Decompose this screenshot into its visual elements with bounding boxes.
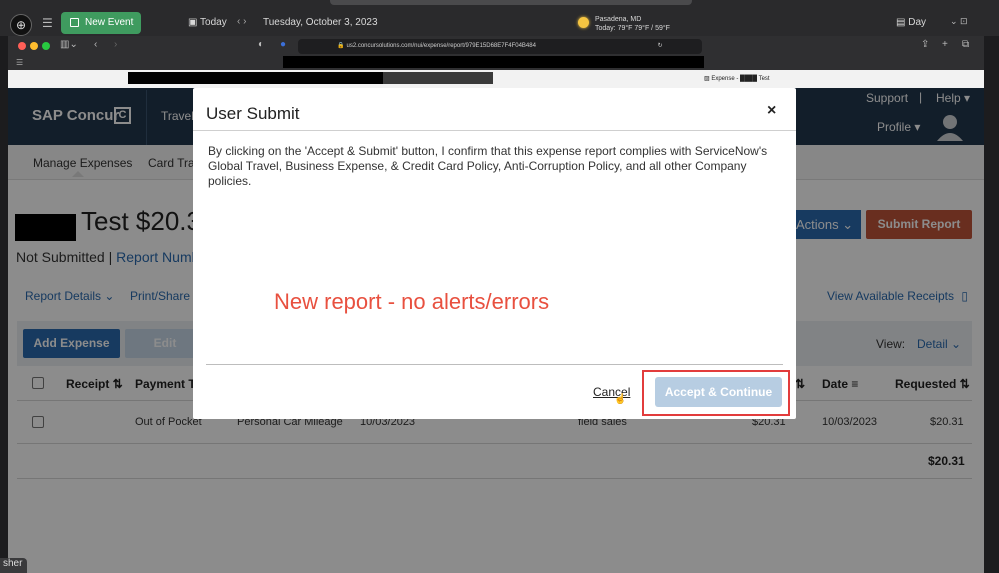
new-tab-icon[interactable]: +	[942, 39, 948, 50]
dialog-body: By clicking on the 'Accept & Submit' but…	[208, 144, 768, 188]
tab-expense[interactable]: ▨ Expense - ████ Test	[704, 75, 770, 82]
bottom-tab[interactable]: sher	[0, 558, 27, 573]
weather-forecast: Today: 79°F 79°F / 59°F	[595, 25, 670, 32]
new-event-button[interactable]: New Event	[61, 12, 141, 34]
new-event-label: New Event	[85, 17, 134, 28]
calendar-icon	[70, 18, 79, 27]
date-nav-arrows[interactable]: ‹ ›	[237, 16, 246, 27]
sidebar-icon[interactable]: ▥⌄	[60, 39, 78, 50]
maximize-window-icon[interactable]	[42, 42, 50, 50]
minimize-window-icon[interactable]	[30, 42, 38, 50]
weather-location: Pasadena, MD	[595, 16, 642, 23]
today-button[interactable]: ▣ Today	[188, 17, 227, 28]
redacted-bar	[283, 56, 704, 68]
extension-icon[interactable]: ●	[280, 39, 286, 50]
privacy-icon[interactable]: ◐	[258, 39, 264, 50]
sun-icon	[578, 17, 589, 28]
tab-overview-icon[interactable]: ⧉	[962, 39, 969, 50]
share-icon[interactable]: ⇪	[921, 39, 929, 50]
redacted-tab	[383, 72, 493, 84]
forward-icon[interactable]: ›	[114, 39, 117, 50]
close-window-icon[interactable]	[18, 42, 26, 50]
globe-icon[interactable]: ⊕	[10, 14, 32, 36]
redacted-tab	[128, 72, 383, 84]
dialog-footer-divider	[206, 364, 783, 365]
user-submit-dialog: User Submit × By clicking on the 'Accept…	[193, 88, 796, 419]
view-selector-label: Day	[908, 17, 927, 28]
menu-icon[interactable]: ☰	[42, 16, 53, 30]
browser-toolbar: ▥⌄ ‹ › ◐ ● 🔒 us2.concursolutions.com/nui…	[8, 36, 984, 70]
chevron-down-icon[interactable]: ⌄ ⊡	[950, 16, 968, 27]
scroll-indicator	[330, 0, 692, 5]
close-icon[interactable]: ×	[767, 102, 776, 120]
highlight-box	[642, 370, 790, 416]
url-text: us2.concursolutions.com/nui/expense/repo…	[346, 43, 536, 49]
back-icon[interactable]: ‹	[94, 39, 97, 50]
tab-list-icon[interactable]: ☰	[16, 58, 23, 67]
dialog-divider	[193, 130, 796, 131]
calendar-toolbar: ⊕ ☰ New Event ▣ Today ‹ › Tuesday, Octob…	[0, 0, 999, 36]
annotation-text: New report - no alerts/errors	[274, 289, 550, 314]
pointer-cursor-icon: ☝	[614, 394, 627, 405]
tab-expense-label: Expense - ████ Test	[711, 76, 770, 82]
weather-info: Pasadena, MD Today: 79°F 79°F / 59°F	[595, 15, 670, 33]
today-label: Today	[200, 17, 227, 28]
dialog-title: User Submit	[206, 104, 300, 123]
current-date: Tuesday, October 3, 2023	[263, 17, 378, 28]
tab-strip: ▨ Expense - ████ Test	[8, 70, 984, 88]
address-bar[interactable]: 🔒 us2.concursolutions.com/nui/expense/re…	[298, 39, 702, 54]
view-selector[interactable]: ▤ Day	[896, 17, 926, 28]
